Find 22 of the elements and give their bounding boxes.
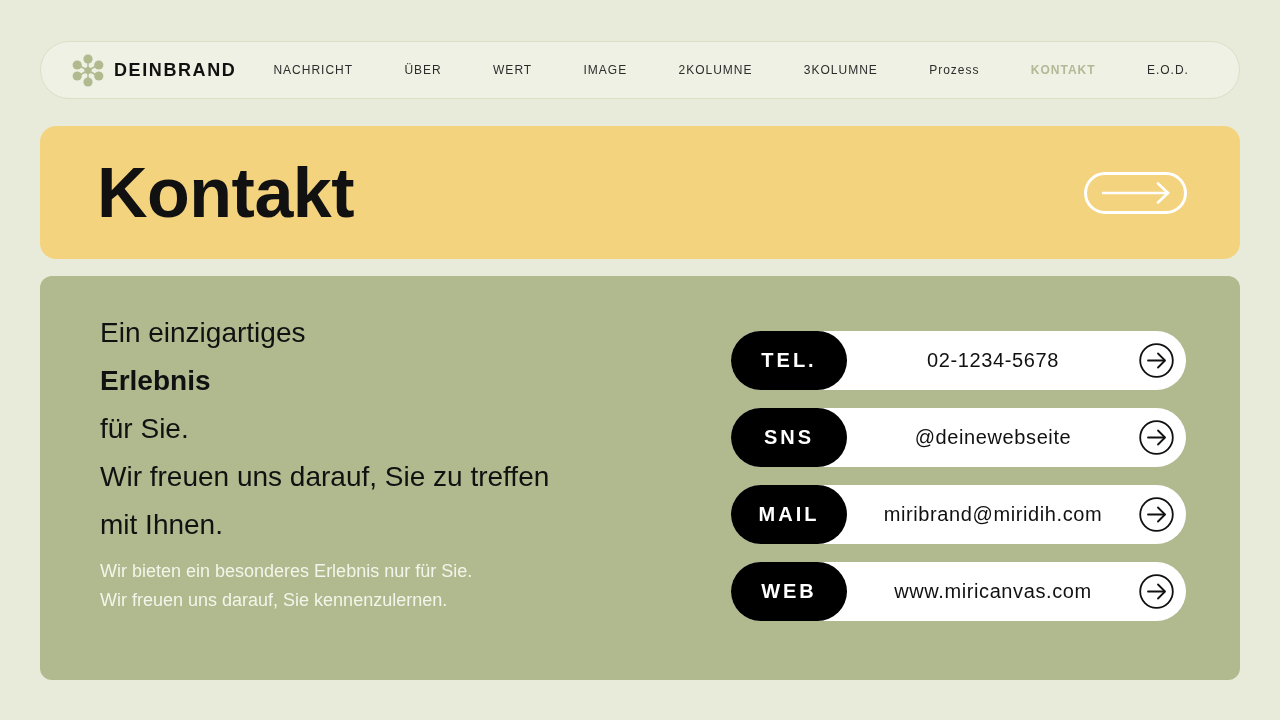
flower-logo-icon (72, 53, 104, 87)
contact-label: TEL. (731, 331, 847, 390)
contact-label: WEB (731, 562, 847, 621)
page-title: Kontakt (97, 157, 355, 228)
contact-value: @deinewebseite (913, 426, 1073, 449)
brand-name: DEINBRAND (114, 59, 237, 81)
nav-link[interactable]: 3KOLUMNE (803, 63, 878, 77)
nav-link[interactable]: ÜBER (404, 63, 442, 77)
nav-link[interactable]: 2KOLUMNE (678, 63, 753, 77)
contact-value: www.miricanvas.com (893, 580, 1093, 603)
contact-value: miribrand@miridih.com (882, 503, 1104, 526)
nav-link[interactable]: NACHRICHT (273, 63, 354, 77)
right-arrow-icon (1101, 181, 1170, 204)
nav-link[interactable]: WERT (493, 63, 533, 77)
contact-value: 02-1234-5678 (926, 349, 1060, 372)
headline: Ein einzigartiges Erlebnis für Sie. Wir freuen uns darauf, Sie zu treffen mit Ihnen. (100, 316, 550, 542)
nav-link[interactable]: Prozess (929, 63, 980, 77)
contact-label: SNS (731, 408, 847, 467)
intro-text: Wir bieten ein besonderes Erlebnis nur für Sie. Wir freuen uns darauf, Sie kennenzulernen. (100, 560, 474, 612)
nav-link[interactable]: IMAGE (583, 63, 628, 77)
contact-label: MAIL (731, 485, 847, 544)
nav-link[interactable]: E.O.D. (1146, 63, 1189, 77)
